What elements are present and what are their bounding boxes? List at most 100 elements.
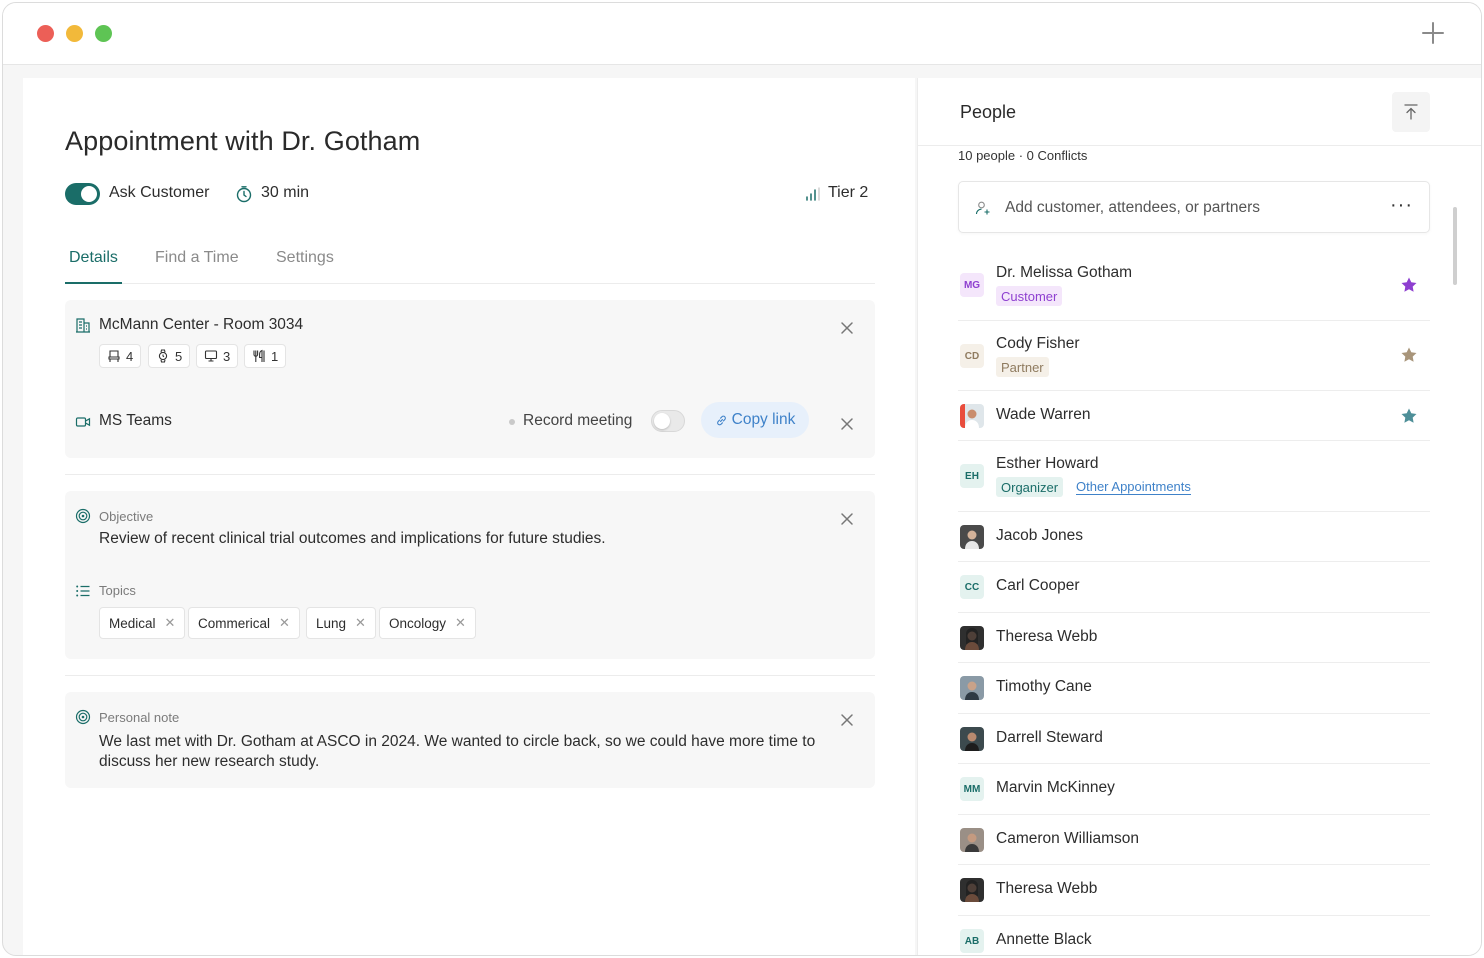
signal-bars-icon [806,187,820,201]
plus-icon[interactable] [1419,19,1447,47]
minimize-window-button[interactable] [66,25,83,42]
tab-settings[interactable]: Settings [276,248,334,284]
remove-topic-icon[interactable]: ✕ [279,615,290,631]
personal-note-card: Personal note We last met with Dr. Gotha… [65,692,875,788]
tab-bar: Details Find a Time Settings [65,248,875,284]
timer-icon [236,186,252,203]
more-options-icon[interactable]: ··· [1390,194,1413,217]
person-row[interactable]: MG Dr. Melissa Gotham Customer [958,250,1430,321]
avatar: EH [960,464,984,488]
topic-label: Lung [316,615,347,631]
person-name: Cameron Williamson [996,830,1139,847]
person-name: Annette Black [996,931,1092,948]
objective-text: Review of recent clinical trial outcomes… [99,530,606,547]
people-summary: 10 people · 0 Conflicts [958,148,1088,163]
person-row[interactable]: Theresa Webb [958,865,1430,916]
person-row[interactable]: Timothy Cane [958,663,1430,714]
other-appointments-link[interactable]: Other Appointments [1076,479,1191,495]
tier-value: Tier 2 [828,184,869,201]
duration-value: 30 min [261,184,310,201]
person-row[interactable]: Jacob Jones [958,512,1430,562]
remove-topic-icon[interactable]: ✕ [165,615,176,631]
personal-note-text: We last met with Dr. Gotham at ASCO in 2… [99,733,816,770]
avatar [960,878,984,902]
star-icon[interactable] [1400,346,1418,364]
close-window-button[interactable] [37,25,54,42]
record-meeting-toggle[interactable] [651,410,685,432]
remove-topic-icon[interactable]: ✕ [355,615,366,631]
ask-customer-label: Ask Customer [109,184,210,201]
tab-find-a-time[interactable]: Find a Time [155,248,239,284]
role-badge: Customer [996,286,1063,306]
tab-details[interactable]: Details [65,248,122,284]
avatar: CD [960,344,984,368]
remove-meeting-icon[interactable] [840,417,854,431]
person-name: Jacob Jones [996,527,1084,544]
person-name: Wade Warren [996,406,1091,423]
ask-customer-toggle[interactable] [65,183,100,205]
topic-label: Medical [109,615,156,631]
avatar [960,525,984,549]
amenity-count: 1 [271,348,279,364]
role-badge: Organizer [996,477,1064,497]
remove-topic-icon[interactable]: ✕ [455,615,466,631]
amenity-watches: 5 [148,344,191,368]
copy-link-label: Copy link [731,411,796,428]
person-name: Darrell Steward [996,729,1103,746]
objective-card: Objective Review of recent clinical tria… [65,491,875,659]
person-name: Carl Cooper [996,577,1080,594]
amenity-seats: 4 [99,344,142,368]
seat-icon [108,350,120,362]
divider [65,474,875,475]
person-row[interactable]: Darrell Steward [958,714,1430,764]
utensils-icon [253,349,265,362]
person-row[interactable]: EH Esther Howard Organizer Other Appoint… [958,441,1430,512]
avatar [960,828,984,852]
person-row[interactable]: CC Carl Cooper [958,562,1430,613]
person-row[interactable]: CD Cody Fisher Partner [958,321,1430,391]
amenity-count: 4 [126,348,134,364]
avatar: MG [960,273,984,297]
monitor-icon [204,350,218,362]
person-name: Cody Fisher [996,335,1080,352]
copy-link-button[interactable]: Copy link [701,402,809,438]
topic-chip[interactable]: Medical ✕ [99,607,186,639]
avatar: CC [960,575,984,599]
location-card: McMann Center - Room 3034 4 5 3 1 MS Tea… [65,300,875,458]
person-row[interactable]: MM Marvin McKinney [958,764,1430,815]
star-icon[interactable] [1400,276,1418,294]
avatar [960,676,984,700]
record-meeting-label: Record meeting [523,412,633,429]
remove-note-icon[interactable] [840,713,854,727]
add-people-input[interactable]: Add customer, attendees, or partners ··· [958,181,1430,233]
person-name: Theresa Webb [996,628,1098,645]
topic-label: Oncology [389,615,447,631]
amenity-count: 3 [223,348,231,364]
avatar [960,727,984,751]
person-name: Dr. Melissa Gotham [996,264,1133,281]
topic-chip[interactable]: Lung ✕ [306,607,376,639]
remove-location-icon[interactable] [840,321,854,335]
role-badge: Partner [996,357,1049,377]
person-row[interactable]: AB Annette Black [958,916,1430,955]
remove-objective-icon[interactable] [840,512,854,526]
amenity-dining: 1 [244,344,287,368]
topic-chip[interactable]: Oncology ✕ [379,607,476,639]
star-icon[interactable] [1400,407,1418,425]
topics-label: Topics [99,583,136,598]
title-bar [3,3,1481,65]
person-row[interactable]: Theresa Webb [958,613,1430,663]
list-icon [76,585,90,597]
appointment-details-panel: Appointment with Dr. Gotham Ask Customer… [23,78,915,955]
arrow-to-top-icon [1404,104,1418,120]
target-icon [75,508,91,524]
amenity-monitors: 3 [196,344,239,368]
person-row[interactable]: Cameron Williamson [958,815,1430,865]
topic-chip[interactable]: Commerical ✕ [188,607,300,639]
divider [918,145,1481,146]
collapse-button[interactable] [1392,92,1430,132]
maximize-window-button[interactable] [95,25,112,42]
person-name: Marvin McKinney [996,779,1115,796]
person-row[interactable]: Wade Warren [958,391,1430,441]
scrollbar[interactable] [1453,207,1457,285]
